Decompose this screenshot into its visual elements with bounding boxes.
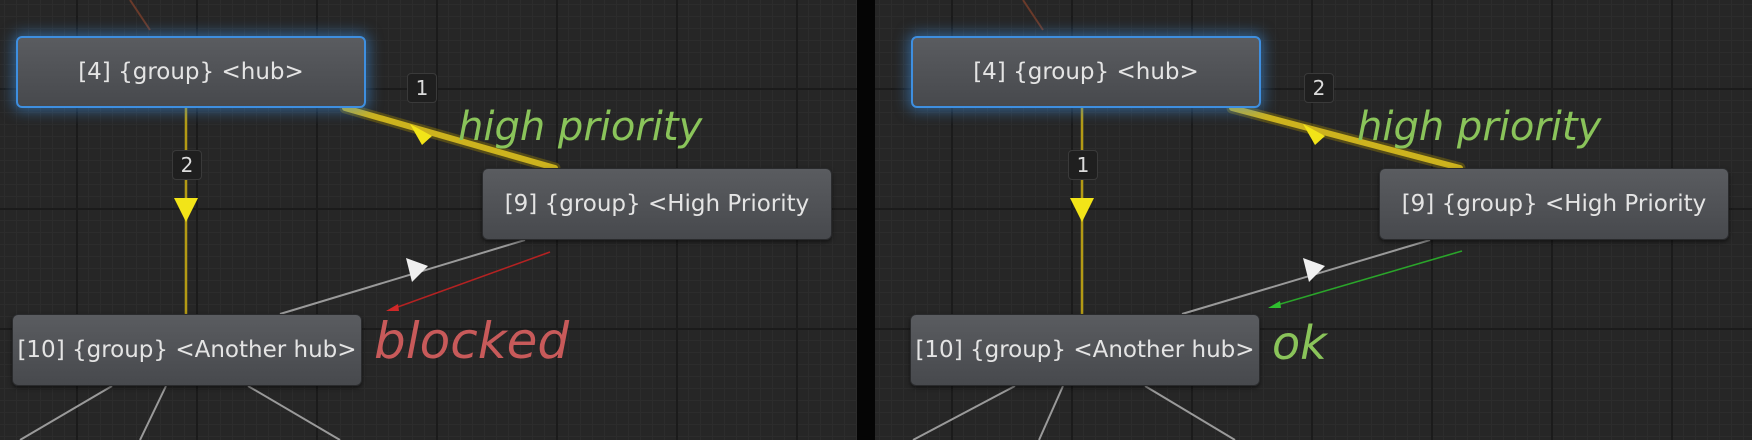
edge-label-high-priority: high priority	[1357, 104, 1602, 150]
return-edge[interactable]	[279, 239, 526, 315]
child-edge-3	[1144, 385, 1236, 440]
priority-edge-order: 2	[1312, 76, 1326, 100]
hub-node-label: [4] {group} <hub>	[973, 59, 1199, 85]
high-priority-node[interactable]: [9] {group} <High Priority	[482, 168, 832, 240]
hub-node[interactable]: [4] {group} <hub>	[911, 36, 1261, 108]
status-label-blocked: blocked	[374, 312, 570, 370]
another-hub-node[interactable]: [10] {group} <Another hub>	[12, 314, 362, 386]
return-edge-arrow	[1303, 258, 1325, 282]
priority-edge-order-badge: 1	[407, 73, 437, 103]
panel-divider	[857, 0, 875, 440]
priority-edge-order: 1	[415, 76, 429, 100]
another-hub-node[interactable]: [10] {group} <Another hub>	[910, 314, 1260, 386]
high-priority-node[interactable]: [9] {group} <High Priority	[1379, 168, 1729, 240]
status-edge-arrow	[1268, 301, 1281, 308]
child-edge-2	[1038, 385, 1064, 440]
status-label-ok: ok	[1272, 316, 1327, 370]
down-edge-order-badge: 2	[172, 150, 202, 180]
child-edge-2	[139, 385, 167, 440]
child-edge-1	[912, 385, 1016, 440]
child-edge-1	[19, 385, 113, 440]
down-edge-order: 2	[180, 153, 194, 177]
down-edge-arrow	[1070, 198, 1094, 222]
edge-label-high-priority: high priority	[458, 104, 703, 150]
graph-panel-right: [4] {group} <hub> 2 high priority 1 [9] …	[875, 0, 1752, 440]
return-edge[interactable]	[1181, 239, 1431, 315]
hub-node[interactable]: [4] {group} <hub>	[16, 36, 366, 108]
status-edge-blocked	[394, 251, 551, 309]
another-hub-node-label: [10] {group} <Another hub>	[17, 337, 357, 363]
down-edge-order-badge: 1	[1068, 150, 1098, 180]
hub-node-label: [4] {group} <hub>	[78, 59, 304, 85]
offscreen-edge	[1022, 0, 1044, 31]
child-edge-3	[247, 385, 341, 440]
down-edge-order: 1	[1076, 153, 1090, 177]
offscreen-edge	[129, 0, 151, 31]
status-edge-arrow	[386, 304, 399, 311]
priority-edge-order-badge: 2	[1304, 73, 1334, 103]
high-priority-node-label: [9] {group} <High Priority	[1401, 191, 1707, 217]
high-priority-node-label: [9] {group} <High Priority	[504, 191, 810, 217]
another-hub-node-label: [10] {group} <Another hub>	[915, 337, 1255, 363]
graph-panel-left: [4] {group} <hub> 1 high priority 2 [9] …	[0, 0, 857, 440]
down-edge-arrow	[174, 198, 198, 222]
